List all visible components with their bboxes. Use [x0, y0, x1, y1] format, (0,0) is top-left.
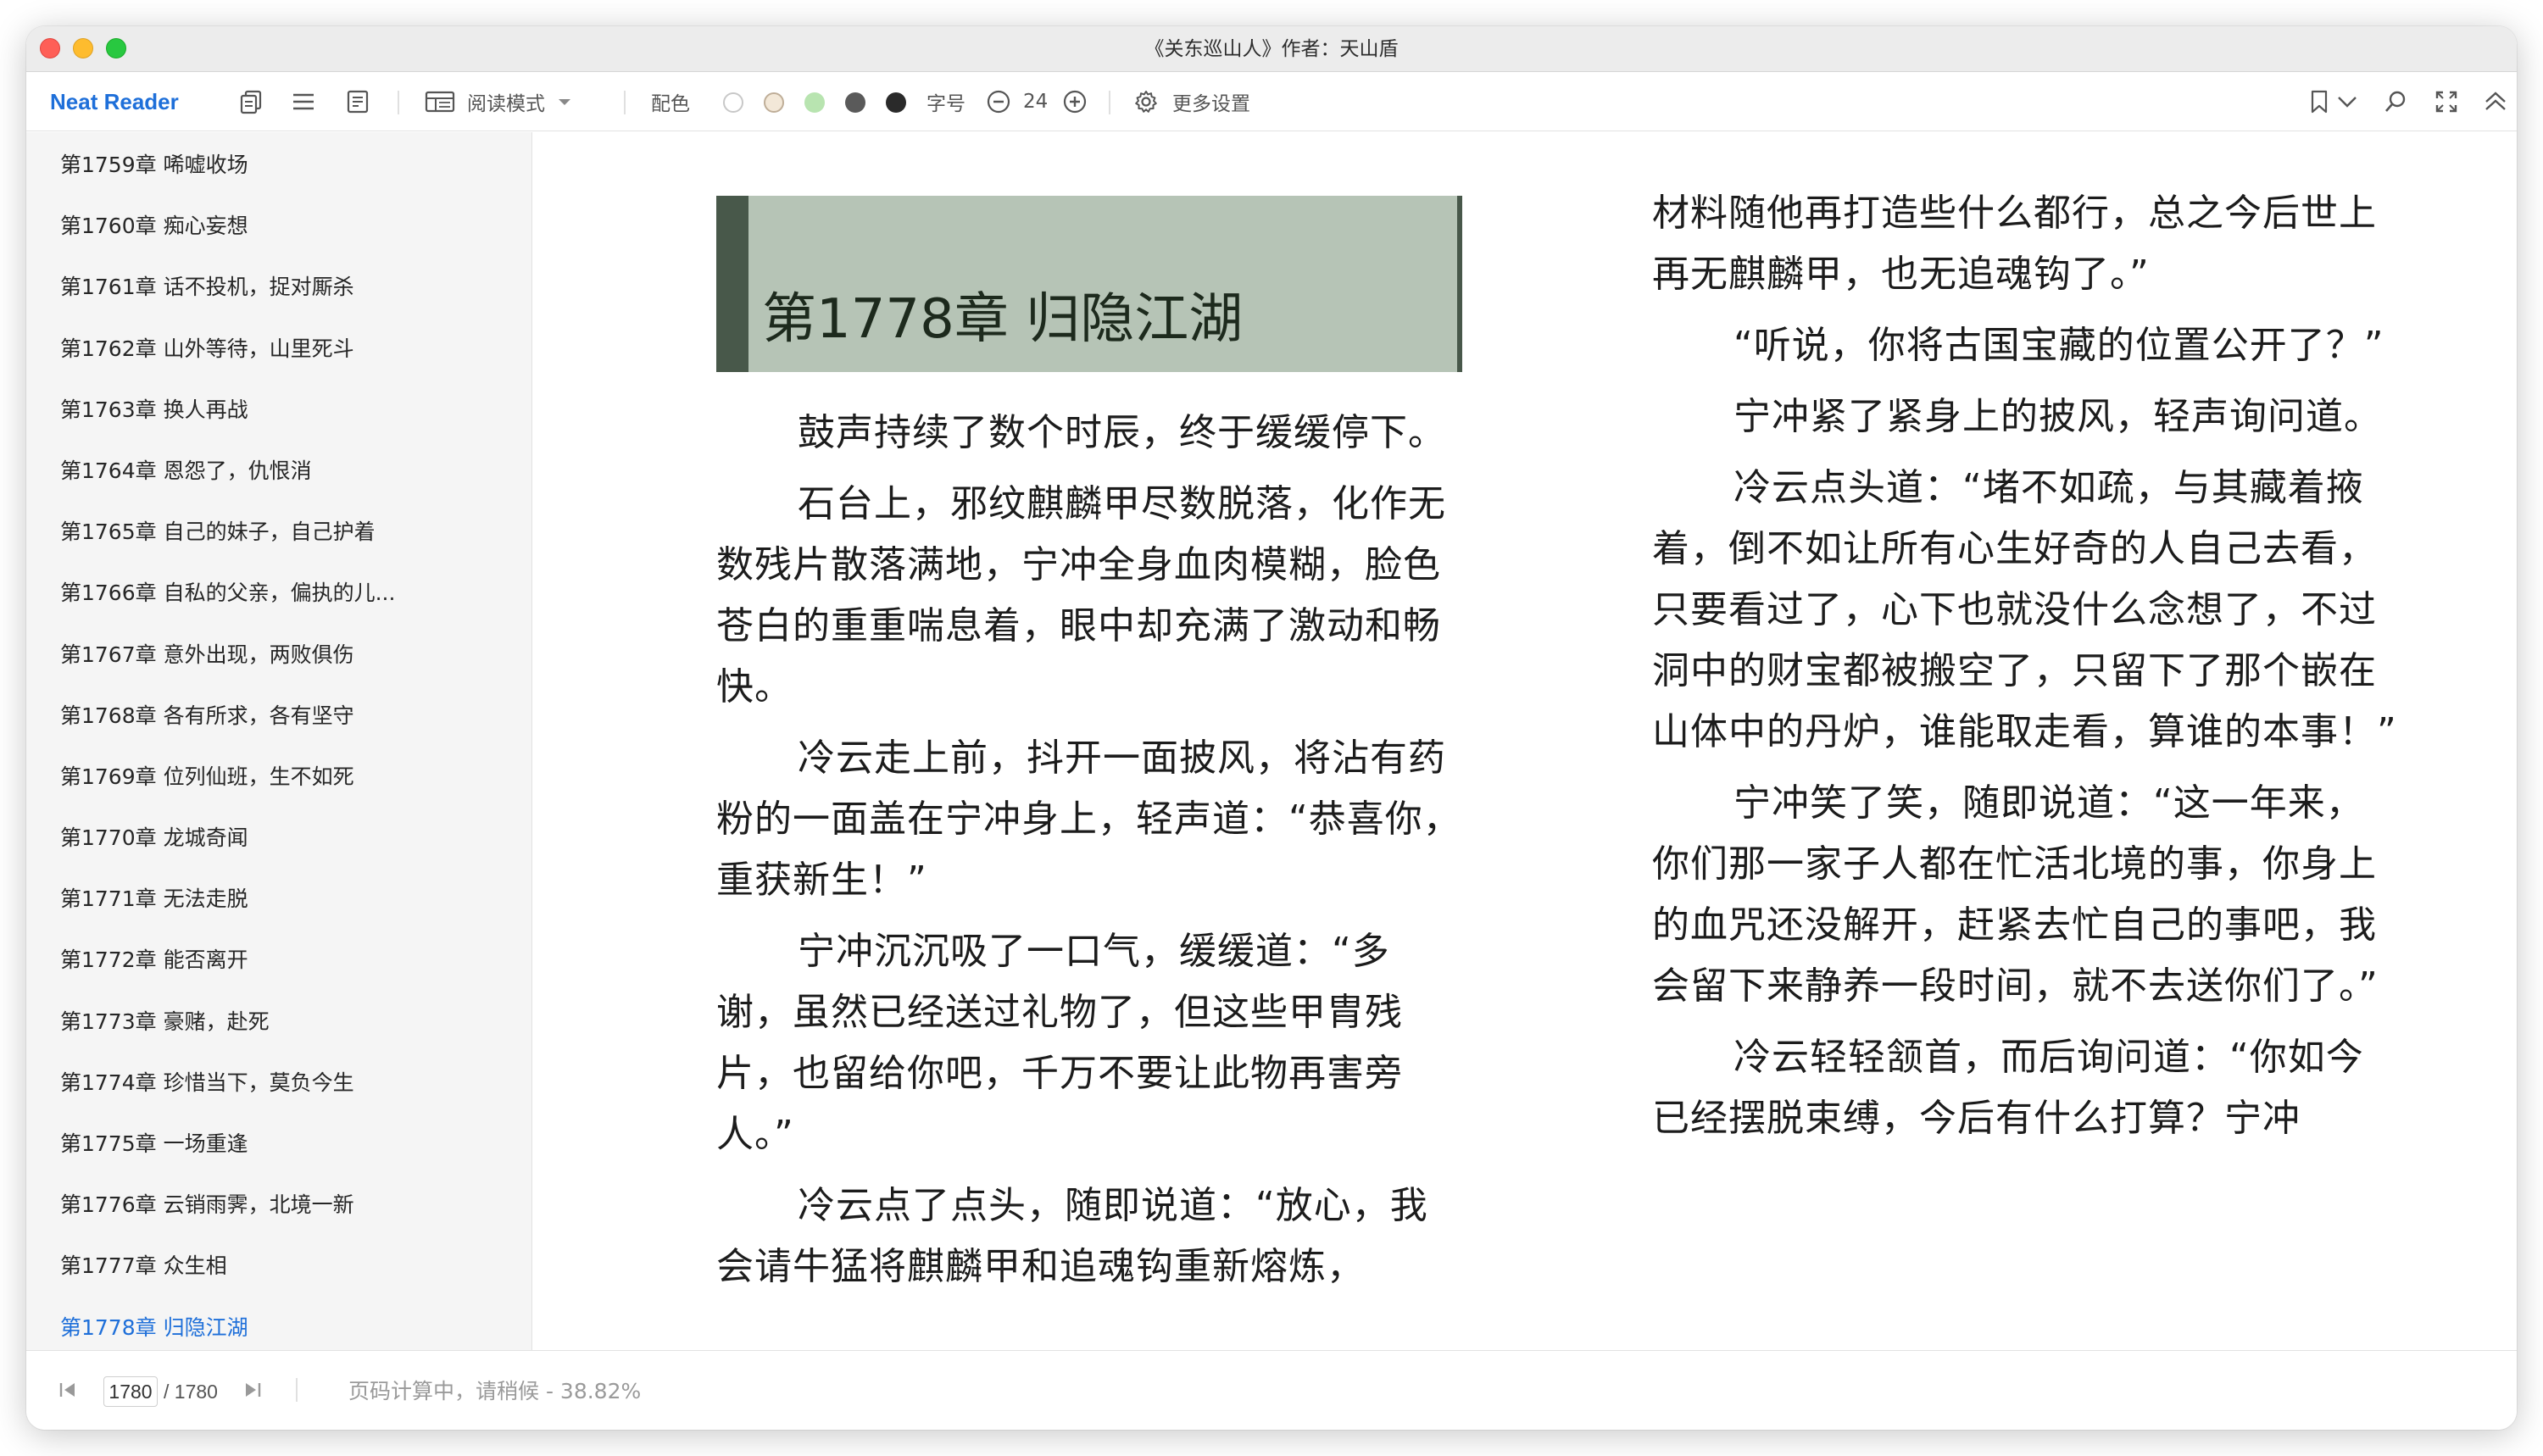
app-brand[interactable]: Neat Reader: [50, 72, 179, 131]
page-left: 第1778章 归隐江湖 鼓声持续了数个时辰，终于缓缓停下。石台上，邪纹麒麟甲尽数…: [716, 196, 1462, 1350]
more-settings-label: 更多设置: [1172, 93, 1250, 115]
paragraph: 冷云点头道：“堵不如疏，与其藏着掖着，倒不如让所有心生好奇的人自己去看，只要看过…: [1652, 466, 2397, 753]
toc-item[interactable]: 第1777章 众生相: [26, 1236, 531, 1297]
fullscreen-icon[interactable]: [2434, 72, 2459, 131]
font-decrease-button[interactable]: [986, 72, 1011, 131]
paragraph: 冷云走上前，抖开一面披风，将沾有药粉的一面盖在宁冲身上，轻声道：“恭喜你，重获新…: [716, 736, 1461, 902]
chapter-banner: 第1778章 归隐江湖: [716, 196, 1462, 372]
toc-sidebar: 第1759章 唏嘘收场 第1760章 痴心妄想 第1761章 话不投机，捉对厮杀 第1…: [26, 132, 532, 1350]
toc-item[interactable]: 第1767章 意外出现，两败俱伤: [26, 625, 531, 686]
font-size-value: 24: [1023, 91, 1049, 113]
paragraph: 石台上，邪纹麒麟甲尽数脱落，化作无数残片散落满地，宁冲全身血肉模糊，脸色苍白的重…: [716, 482, 1446, 709]
progress-status: 页码计算中，请稍候 - 38.82%: [348, 1379, 642, 1403]
toolbar: Neat Reader 阅读模式 配色 字号 24 更多设置: [26, 72, 2517, 131]
window-title: 《关东巡山人》作者：天山盾: [1144, 38, 1399, 60]
toc-item[interactable]: 第1768章 各有所求，各有坚守: [26, 686, 531, 747]
toc-item[interactable]: 第1764章 恩怨了，仇恨消: [26, 441, 531, 502]
color-swatch-sepia[interactable]: [764, 92, 784, 113]
toc-item[interactable]: 第1760章 痴心妄想: [26, 196, 531, 257]
color-swatch-white[interactable]: [723, 92, 743, 113]
paragraph: 宁冲紧了紧身上的披风，轻声询问道。: [1733, 395, 2382, 438]
toc-item[interactable]: 第1775章 一场重逢: [26, 1114, 531, 1175]
color-scheme-label: 配色: [651, 93, 690, 115]
color-swatch-gray[interactable]: [845, 92, 865, 113]
toolbar-divider: [1109, 91, 1110, 114]
reading-mode-label: 阅读模式: [467, 93, 545, 115]
paragraph: 冷云轻轻颔首，而后询问道：“你如今已经摆脱束缚，今后有什么打算？宁冲: [1652, 1036, 2364, 1140]
app-window: 《关东巡山人》作者：天山盾 Neat Reader 阅读模式 配色 字号 24 …: [26, 26, 2517, 1430]
toolbar-divider: [624, 91, 626, 114]
chevron-down-icon[interactable]: [2336, 72, 2358, 131]
toc-item[interactable]: 第1776章 云销雨霁，北境一新: [26, 1175, 531, 1236]
toc-item[interactable]: 第1770章 龙城奇闻: [26, 808, 531, 869]
toc-item[interactable]: 第1771章 无法走脱: [26, 869, 531, 930]
right-paragraphs: “听说，你将古国宝藏的位置公开了？” 宁冲紧了紧身上的披风，轻声询问道。冷云点头道…: [1652, 315, 2398, 1149]
reader-content: 第1778章 归隐江湖 鼓声持续了数个时辰，终于缓缓停下。石台上，邪纹麒麟甲尽数…: [533, 132, 2517, 1350]
toc-item[interactable]: 第1761章 话不投机，捉对厮杀: [26, 257, 531, 318]
left-paragraphs: 鼓声持续了数个时辰，终于缓缓停下。石台上，邪纹麒麟甲尽数脱落，化作无数残片散落满…: [716, 403, 1462, 1298]
toc-item[interactable]: 第1772章 能否离开: [26, 930, 531, 991]
paragraph-continuation: 材料随他再打造些什么都行，总之今后世上再无麒麟甲，也无追魂钩了。”: [1652, 192, 2377, 296]
last-page-icon[interactable]: [242, 1379, 264, 1405]
gear-icon: [1133, 89, 1159, 114]
page-right: 材料随他再打造些什么都行，总之今后世上再无麒麟甲，也无追魂钩了。” “听说，你将…: [1652, 183, 2398, 1350]
toc-item[interactable]: 第1769章 位列仙班，生不如死: [26, 747, 531, 808]
more-settings-button[interactable]: 更多设置: [1133, 72, 1250, 131]
paragraph: 鼓声持续了数个时辰，终于缓缓停下。: [798, 411, 1446, 454]
paragraph: 冷云点了点头，随即说道：“放心，我会请牛猛将麒麟甲和追魂钩重新熔炼，: [716, 1184, 1428, 1288]
title-bar: 《关东巡山人》作者：天山盾: [26, 26, 2517, 72]
total-pages: / 1780: [164, 1381, 218, 1403]
toc-item[interactable]: 第1762章 山外等待，山里死斗: [26, 319, 531, 380]
copy-icon[interactable]: [238, 72, 264, 131]
color-swatch-green[interactable]: [804, 92, 825, 113]
paragraph: “听说，你将古国宝藏的位置公开了？”: [1733, 324, 2384, 367]
collapse-toolbar-icon[interactable]: [2483, 72, 2508, 131]
toc-item[interactable]: 第1759章 唏嘘收场: [26, 135, 531, 196]
toc-item[interactable]: 第1766章 自私的父亲，偏执的儿...: [26, 563, 531, 624]
toc-item[interactable]: 第1765章 自己的妹子，自己护着: [26, 502, 531, 563]
paragraph: 宁冲沉沉吸了一口气，缓缓道：“多谢，虽然已经送过礼物了，但这些甲胄残片，也留给你…: [716, 930, 1403, 1156]
toc-item[interactable]: 第1774章 珍惜当下，莫负今生: [26, 1053, 531, 1114]
reading-mode-dropdown[interactable]: 阅读模式: [425, 72, 572, 131]
toolbar-divider: [398, 91, 399, 114]
bookmark-icon[interactable]: [2308, 72, 2330, 131]
chevron-down-icon: [557, 97, 572, 107]
search-icon[interactable]: [2383, 72, 2408, 131]
statusbar-divider: [296, 1378, 298, 1402]
status-bar: 1780 / 1780 页码计算中，请稍候 - 38.82%: [26, 1350, 2517, 1430]
toc-item[interactable]: 第1763章 换人再战: [26, 380, 531, 441]
toc-item[interactable]: 第1778章 归隐江湖: [26, 1298, 531, 1350]
toc-list-icon[interactable]: [291, 72, 316, 131]
color-swatch-black[interactable]: [886, 92, 906, 113]
reading-mode-icon: [425, 90, 455, 114]
chapter-title: 第1778章 归隐江湖: [762, 288, 1244, 351]
first-page-icon[interactable]: [57, 1379, 79, 1405]
font-increase-button[interactable]: [1062, 72, 1088, 131]
current-page-input[interactable]: 1780: [103, 1376, 158, 1407]
paragraph: 宁冲笑了笑，随即说道：“这一年来，你们那一家子人都在忙活北境的事，你身上的血咒还…: [1652, 781, 2379, 1008]
toc-list: 第1759章 唏嘘收场 第1760章 痴心妄想 第1761章 话不投机，捉对厮杀 第1…: [26, 135, 531, 1350]
toc-item[interactable]: 第1773章 豪赌，赴死: [26, 992, 531, 1053]
font-size-label: 字号: [926, 93, 965, 115]
notes-icon[interactable]: [345, 72, 370, 131]
